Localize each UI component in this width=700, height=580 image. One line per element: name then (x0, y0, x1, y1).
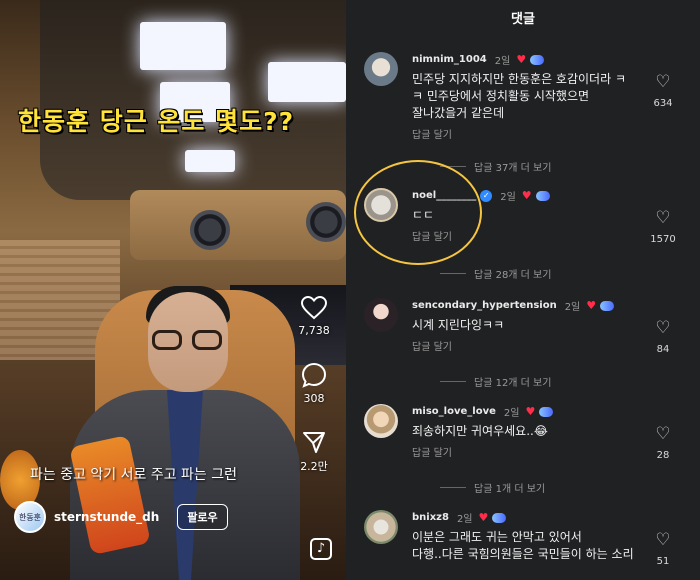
comment-text: 민주당 지지하지만 한동훈은 호감이더라 ㅋ ㅋ 민주당에서 정치활동 시작했으… (412, 72, 626, 120)
ceiling-light (268, 62, 346, 102)
like-count: 7,738 (298, 324, 330, 337)
creator-liked-heart-icon: ♥ (516, 53, 527, 66)
creator-liked-heart-icon: ♥ (525, 405, 536, 418)
author-avatar[interactable]: 한동훈 (14, 501, 46, 533)
commenter-avatar[interactable] (364, 188, 398, 222)
comment-item: sencondary_hypertension 2일 ♥ 시계 지린다잉ㅋㅋ 답… (364, 298, 700, 368)
comment-count: 308 (303, 392, 325, 405)
reply-button[interactable]: 답글 달기 (412, 338, 632, 353)
avatar-label: 한동훈 (18, 512, 42, 522)
comment-text: 시계 지린다잉ㅋㅋ (412, 318, 505, 332)
comment-text: 죄송하지만 귀여우세요..😂 (412, 424, 548, 438)
comment-like-count: 51 (656, 556, 670, 567)
comment-time: 2일 (494, 56, 511, 67)
comment-like-count: 28 (656, 450, 670, 461)
reel-video[interactable]: 한동훈 당근 온도 몇도?? 파는 중고 악기 서로 주고 파는 그런 7,73… (0, 0, 346, 580)
air-vent (306, 202, 346, 242)
creator-avatar-badge-icon (539, 406, 554, 417)
ceiling-light (140, 22, 226, 70)
creator-avatar-badge-icon (530, 54, 545, 65)
comment-like-count: 1570 (650, 234, 676, 245)
comment-text: 이분은 그래도 귀는 안막고 있어서 다행..다른 국힘의원들은 국민들이 하는… (412, 530, 634, 561)
video-caption-top: 한동훈 당근 온도 몇도?? (18, 107, 295, 136)
follow-button[interactable]: 팔로우 (177, 504, 228, 530)
comment-text: ㄷㄷ (412, 208, 435, 222)
ceiling-light (185, 150, 235, 172)
view-more-replies[interactable]: 답글 12개 더 보기 (440, 374, 551, 389)
heart-icon[interactable] (301, 296, 327, 320)
comment-item: bnixz8 2일 ♥ 이분은 그래도 귀는 안막고 있어서 다행..다른 국힘… (364, 510, 700, 580)
reply-button[interactable]: 답글 달기 (412, 444, 632, 459)
comment-time: 2일 (564, 302, 581, 313)
comment-username[interactable]: miso_love_love (412, 406, 496, 417)
comment-action[interactable]: 308 (290, 362, 338, 405)
heart-outline-icon[interactable]: ♡ (648, 208, 678, 228)
comment-username[interactable]: bnixz8 (412, 512, 449, 523)
comment-username[interactable]: sencondary_hypertension (412, 300, 557, 311)
author-username[interactable]: sternstunde_dh (54, 510, 159, 524)
view-more-replies[interactable]: 답글 28개 더 보기 (440, 266, 551, 281)
comment-time: 2일 (503, 408, 520, 419)
video-subtitle: 파는 중고 악기 서로 주고 파는 그런 (30, 467, 238, 483)
comment-like[interactable]: ♡ 84 (648, 318, 678, 355)
share-count: 2.2만 (300, 460, 328, 473)
heart-outline-icon[interactable]: ♡ (648, 530, 678, 550)
comment-item: noel________ ✓ 2일 ♥ ㄷㄷ 답글 달기 ♡ 1570 (364, 188, 700, 258)
comment-like[interactable]: ♡ 51 (648, 530, 678, 567)
creator-avatar-badge-icon (600, 300, 615, 311)
comment-like[interactable]: ♡ 1570 (648, 208, 678, 245)
air-vent (190, 210, 230, 250)
reply-button[interactable]: 답글 달기 (412, 228, 632, 243)
view-more-replies[interactable]: 답글 1개 더 보기 (440, 480, 545, 495)
heart-outline-icon[interactable]: ♡ (648, 424, 678, 444)
verified-badge-icon: ✓ (480, 189, 493, 202)
comment-like-count: 634 (653, 98, 673, 109)
comments-panel: 댓글 nimnim_1004 2일 ♥ 민주당 지지하지만 한동훈은 호감이더라… (346, 0, 700, 580)
creator-liked-heart-icon: ♥ (586, 299, 597, 312)
reply-button[interactable]: 답글 달기 (412, 126, 632, 141)
share-action[interactable]: 2.2만 (290, 430, 338, 474)
creator-liked-heart-icon: ♥ (521, 189, 532, 202)
heart-outline-icon[interactable]: ♡ (648, 72, 678, 92)
like-action[interactable]: 7,738 (290, 296, 338, 337)
commenter-avatar[interactable] (364, 404, 398, 438)
comments-title: 댓글 (511, 12, 535, 27)
comment-bubble-icon[interactable] (301, 362, 327, 388)
send-icon[interactable] (302, 430, 326, 454)
heart-outline-icon[interactable]: ♡ (648, 318, 678, 338)
comment-item: miso_love_love 2일 ♥ 죄송하지만 귀여우세요..😂 답글 달기… (364, 404, 700, 474)
reel-author-row: 한동훈 sternstunde_dh 팔로우 (14, 501, 228, 533)
commenter-avatar[interactable] (364, 52, 398, 86)
comment-like[interactable]: ♡ 28 (648, 424, 678, 461)
comment-like[interactable]: ♡ 634 (648, 72, 678, 109)
comment-time: 2일 (456, 514, 473, 525)
commenter-avatar[interactable] (364, 510, 398, 544)
comment-username[interactable]: nimnim_1004 (412, 54, 487, 65)
comment-time: 2일 (500, 192, 516, 203)
comment-username[interactable]: noel________ (412, 190, 476, 201)
glasses (150, 330, 226, 350)
comment-item: nimnim_1004 2일 ♥ 민주당 지지하지만 한동훈은 호감이더라 ㅋ … (364, 52, 700, 162)
creator-avatar-badge-icon (535, 190, 550, 201)
creator-avatar-badge-icon (492, 512, 507, 523)
creator-liked-heart-icon: ♥ (478, 511, 489, 524)
music-icon[interactable]: ♪ (310, 538, 332, 560)
commenter-avatar[interactable] (364, 298, 398, 332)
comment-like-count: 84 (656, 344, 670, 355)
